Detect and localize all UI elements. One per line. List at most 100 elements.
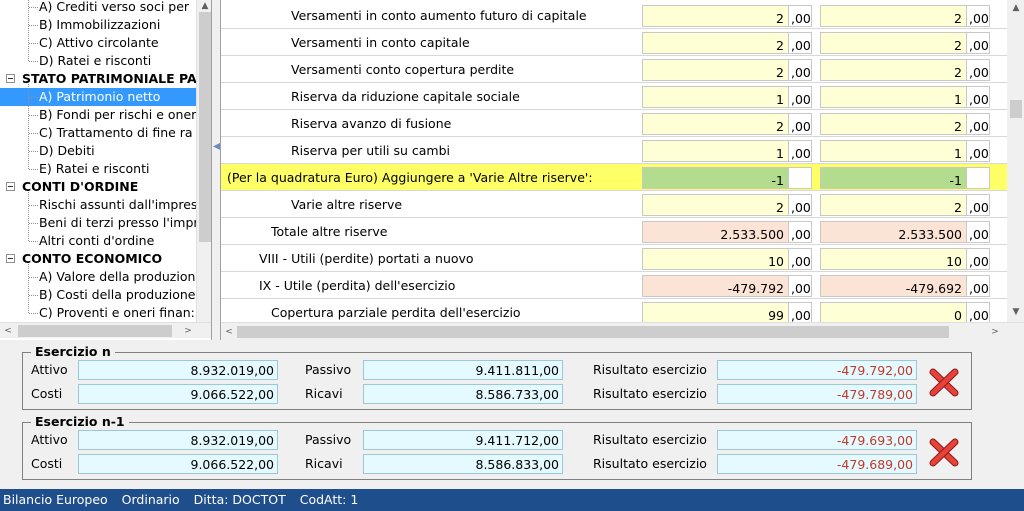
- prior-year-value[interactable]: -479.692: [820, 275, 967, 297]
- collapse-toggle-icon[interactable]: [6, 74, 15, 83]
- current-year-value[interactable]: 1: [642, 86, 789, 108]
- tree-connector: [28, 192, 29, 241]
- scrollbar-thumb[interactable]: [1010, 100, 1022, 118]
- row-label: Versamenti in conto aumento futuro di ca…: [291, 8, 587, 23]
- current-year-value[interactable]: 10: [642, 248, 789, 270]
- current-year-decimals[interactable]: ,00: [788, 302, 812, 324]
- scroll-up-arrow-icon[interactable]: ▲: [1008, 0, 1024, 16]
- status-bar: Bilancio Europeo Ordinario Ditta: DOCTOT…: [0, 489, 1024, 511]
- grid-horizontal-scrollbar[interactable]: < >: [221, 322, 1024, 340]
- prior-year-value[interactable]: 2: [820, 5, 967, 27]
- row-label: Versamenti conto copertura perdite: [291, 62, 515, 77]
- prior-year-decimals[interactable]: ,00: [966, 194, 990, 216]
- prior-year-decimals[interactable]: ,00: [966, 221, 990, 243]
- current-year-value[interactable]: 99: [642, 302, 789, 324]
- grid-row: IX - Utile (perdita) dell'esercizio -479.…: [221, 272, 1007, 299]
- current-year-decimals[interactable]: ,00: [788, 194, 812, 216]
- collapse-arrow-icon[interactable]: ◀: [213, 136, 221, 158]
- costi-label: Costi: [31, 456, 63, 471]
- tree-connector: [29, 25, 38, 26]
- current-year-value[interactable]: 2: [642, 5, 789, 27]
- scroll-left-arrow-icon[interactable]: <: [0, 323, 16, 339]
- tree-horizontal-scrollbar[interactable]: < >: [0, 322, 211, 339]
- tree-connector: [29, 115, 38, 116]
- grid-row: Versamenti conto copertura perdite 2,00 2,…: [221, 56, 1007, 83]
- scrollbar-thumb[interactable]: [199, 12, 211, 242]
- row-label: (Per la quadratura Euro) Aggiungere a 'V…: [221, 164, 641, 190]
- prior-year-value[interactable]: -1: [820, 167, 967, 189]
- grid-row: VIII - Utili (perdite) portati a nuovo 10…: [221, 245, 1007, 272]
- prior-year-value[interactable]: 0: [820, 302, 967, 324]
- tree-connector: [29, 295, 38, 296]
- current-year-decimals[interactable]: ,00: [788, 140, 812, 162]
- tree-item[interactable]: A) Crediti verso soci per: [0, 0, 196, 16]
- passivo-label: Passivo: [305, 362, 352, 377]
- prior-year-value[interactable]: 2: [820, 32, 967, 54]
- prior-year-value[interactable]: 2: [820, 59, 967, 81]
- scroll-right-arrow-icon[interactable]: >: [180, 323, 196, 339]
- current-year-value[interactable]: 2: [642, 32, 789, 54]
- scrollbar-thumb[interactable]: [237, 326, 949, 338]
- scroll-left-arrow-icon[interactable]: <: [221, 324, 237, 340]
- grid-row: Totale altre riserve 2.533.500,00 2.533.50…: [221, 218, 1007, 245]
- current-year-decimals[interactable]: ,00: [788, 5, 812, 27]
- prior-year-value[interactable]: 2: [820, 113, 967, 135]
- prior-year-decimals[interactable]: ,00: [966, 113, 990, 135]
- current-year-value[interactable]: 2: [642, 194, 789, 216]
- prior-year-decimals[interactable]: ,00: [966, 32, 990, 54]
- tree-connector: [29, 7, 38, 8]
- prior-year-value[interactable]: 10: [820, 248, 967, 270]
- status-tipo: Ordinario: [121, 492, 180, 507]
- current-year-value[interactable]: -1: [642, 167, 789, 189]
- scrollbar-thumb[interactable]: [18, 325, 172, 337]
- current-year-decimals[interactable]: ,00: [788, 86, 812, 108]
- tree-group[interactable]: CONTI D'ORDINE: [0, 178, 196, 196]
- status-codatt: CodAtt: 1: [299, 492, 359, 507]
- tree-vertical-scrollbar[interactable]: ▲: [196, 0, 211, 322]
- prior-year-decimals[interactable]: [966, 167, 990, 189]
- prior-year-value[interactable]: 1: [820, 140, 967, 162]
- prior-year-decimals[interactable]: ,00: [966, 248, 990, 270]
- current-year-decimals[interactable]: ,00: [788, 221, 812, 243]
- grid-row: (Per la quadratura Euro) Aggiungere a 'V…: [221, 164, 1007, 191]
- prior-year-value[interactable]: 2.533.500: [820, 221, 967, 243]
- current-year-value[interactable]: -479.792: [642, 275, 789, 297]
- current-year-value[interactable]: 1: [642, 140, 789, 162]
- tree-connector: [29, 151, 38, 152]
- red-x-icon: [929, 368, 959, 397]
- prior-year-decimals[interactable]: ,00: [966, 140, 990, 162]
- current-year-decimals[interactable]: [788, 167, 812, 189]
- current-year-decimals[interactable]: ,00: [788, 248, 812, 270]
- risultato-value: -479.693,00: [717, 430, 917, 450]
- current-year-value[interactable]: 2: [642, 113, 789, 135]
- collapse-toggle-icon[interactable]: [6, 254, 15, 263]
- current-year-value[interactable]: 2.533.500: [642, 221, 789, 243]
- grid-row: Riserva avanzo di fusione 2,00 2,00: [221, 110, 1007, 137]
- grid-vertical-scrollbar[interactable]: ▲ ▼: [1007, 0, 1024, 322]
- costi-label: Costi: [31, 386, 63, 401]
- tree-group[interactable]: STATO PATRIMONIALE PA: [0, 70, 196, 88]
- current-year-value[interactable]: 2: [642, 59, 789, 81]
- prior-year-decimals[interactable]: ,00: [966, 275, 990, 297]
- prior-year-decimals[interactable]: ,00: [966, 86, 990, 108]
- current-year-decimals[interactable]: ,00: [788, 113, 812, 135]
- row-label: Versamenti in conto capitale: [291, 35, 470, 50]
- tree-connector: [29, 205, 38, 206]
- tree-connector: [28, 84, 29, 169]
- current-year-decimals[interactable]: ,00: [788, 59, 812, 81]
- tree-connector: [28, 264, 29, 313]
- prior-year-value[interactable]: 2: [820, 194, 967, 216]
- grid-row: Riserva da riduzione capitale sociale 1,0…: [221, 83, 1007, 110]
- scroll-down-arrow-icon[interactable]: ▼: [1008, 304, 1024, 320]
- collapse-toggle-icon[interactable]: [6, 182, 15, 191]
- tree-group[interactable]: CONTO ECONOMICO: [0, 250, 196, 268]
- panel-splitter[interactable]: ◀: [212, 0, 221, 340]
- prior-year-decimals[interactable]: ,00: [966, 59, 990, 81]
- scroll-right-arrow-icon[interactable]: >: [987, 324, 1003, 340]
- risultato-label: Risultato esercizio: [593, 432, 707, 447]
- prior-year-decimals[interactable]: ,00: [966, 302, 990, 324]
- current-year-decimals[interactable]: ,00: [788, 32, 812, 54]
- prior-year-value[interactable]: 1: [820, 86, 967, 108]
- prior-year-decimals[interactable]: ,00: [966, 5, 990, 27]
- current-year-decimals[interactable]: ,00: [788, 275, 812, 297]
